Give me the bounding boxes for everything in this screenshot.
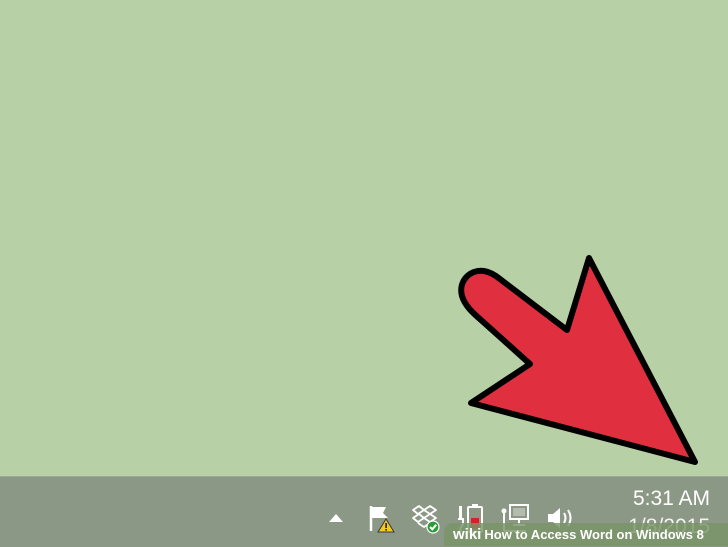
- watermark-title: How to Access Word on Windows 8: [484, 527, 704, 542]
- chevron-up-icon: [329, 514, 343, 522]
- action-center-flag-icon: [369, 506, 395, 533]
- show-hidden-icons-button[interactable]: [322, 498, 350, 538]
- desktop-background: [0, 0, 728, 476]
- watermark-brand: wiki: [453, 526, 482, 543]
- clock-time: 5:31 AM: [632, 487, 710, 510]
- dropbox-tray-button[interactable]: [407, 498, 443, 538]
- wikihow-watermark: wiki How to Access Word on Windows 8: [444, 523, 728, 546]
- action-center-button[interactable]: [362, 498, 398, 538]
- dropbox-icon: [412, 505, 440, 534]
